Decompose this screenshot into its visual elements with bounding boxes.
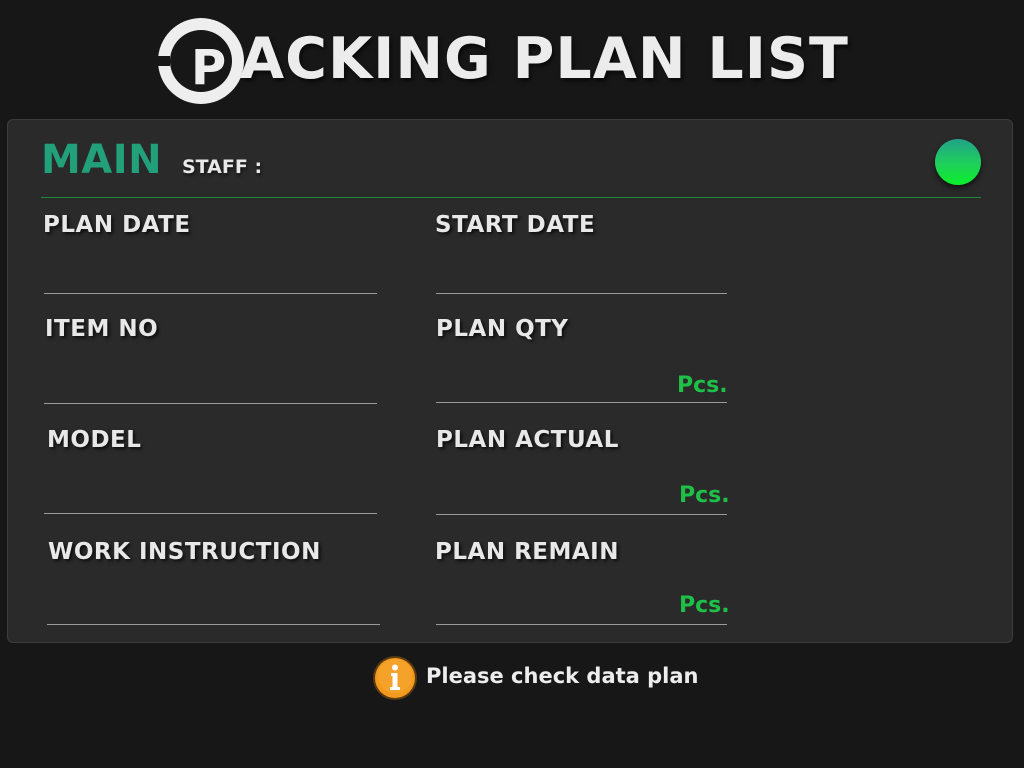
- plan-remain-unit: Pcs.: [679, 593, 730, 618]
- page-title: ACKING PLAN LIST: [240, 26, 849, 92]
- plan-remain-label: PLAN REMAIN: [435, 539, 619, 565]
- info-icon: [373, 656, 417, 700]
- plan-qty-unit: Pcs.: [677, 373, 728, 398]
- item-no-label: ITEM NO: [45, 316, 159, 342]
- work-instruction-field[interactable]: [47, 595, 380, 625]
- header-divider: [41, 197, 981, 198]
- model-label: MODEL: [47, 427, 142, 453]
- plan-actual-label: PLAN ACTUAL: [436, 427, 619, 453]
- packing-plan-screen: P ACKING PLAN LIST MAIN STAFF : PLAN DAT…: [0, 0, 1024, 768]
- start-date-field[interactable]: [436, 264, 727, 294]
- work-instruction-label: WORK INSTRUCTION: [48, 539, 321, 565]
- packing-logo-icon: P: [156, 18, 244, 104]
- logo-letter: P: [191, 40, 226, 96]
- panel-title: MAIN: [41, 137, 163, 183]
- start-date-label: START DATE: [435, 212, 596, 238]
- model-field[interactable]: [44, 484, 377, 514]
- plan-qty-label: PLAN QTY: [436, 316, 569, 342]
- status-indicator-icon: [935, 139, 981, 185]
- plan-actual-unit: Pcs.: [679, 483, 730, 508]
- staff-label: STAFF :: [182, 156, 263, 178]
- notice-text: Please check data plan: [426, 664, 699, 688]
- plan-date-label: PLAN DATE: [43, 212, 191, 238]
- item-no-field[interactable]: [44, 374, 377, 404]
- plan-date-field[interactable]: [44, 264, 377, 294]
